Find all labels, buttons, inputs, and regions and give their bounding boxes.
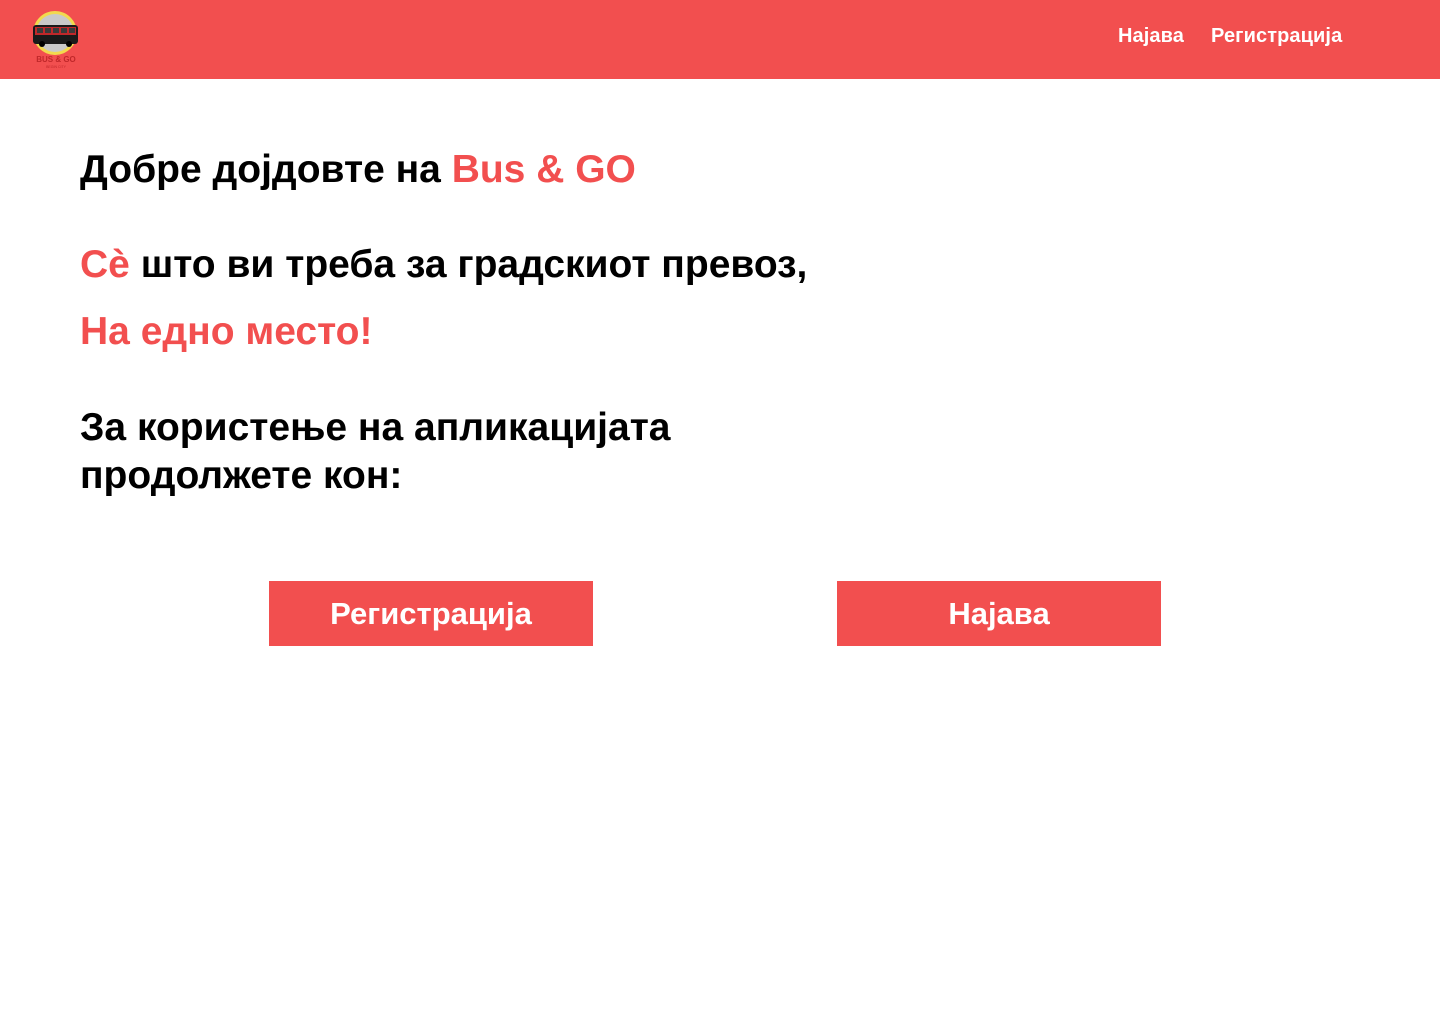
welcome-heading: Добре дојдовте на Bus & GO <box>80 148 636 192</box>
tagline-line1: Сè што ви треба за градскиот превоз, <box>80 243 807 287</box>
tagline-line2: На едно место! <box>80 310 373 353</box>
welcome-prefix: Добре дојдовте на <box>80 148 452 191</box>
nav-register-link[interactable]: Регистрација <box>1211 25 1342 48</box>
top-navbar: BUS & GO BEGIN CITY Најава Регистрација <box>0 0 1440 79</box>
tagline-rest: што ви треба за градскиот превоз, <box>129 243 808 286</box>
logo-subtext: BEGIN CITY <box>46 65 67 69</box>
tagline-accent: Сè <box>80 243 130 286</box>
bus-and-go-logo[interactable]: BUS & GO BEGIN CITY <box>28 8 84 70</box>
nav-login-link[interactable]: Најава <box>1118 25 1184 48</box>
login-button[interactable]: Најава <box>837 581 1161 646</box>
instruction-text: За користење на апликацијата продолжете … <box>80 406 671 497</box>
register-button[interactable]: Регистрација <box>269 581 593 646</box>
welcome-brand: Bus & GO <box>451 148 636 191</box>
logo-text: BUS & GO <box>36 55 76 64</box>
